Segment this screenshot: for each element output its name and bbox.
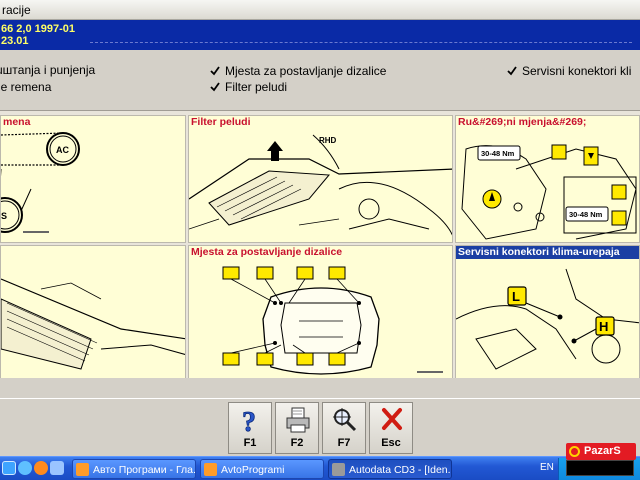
jacking-points-illustration: [222, 266, 443, 375]
print-button-label: F2: [290, 437, 304, 449]
windows-taskbar: Авто Програми - Гла... AvtoProgrami Auto…: [0, 456, 640, 480]
autodata-app-icon: [332, 463, 345, 476]
firefox-icon[interactable]: [34, 461, 48, 475]
diagram-panel-grid: mena AC S Filter peludi RHD Ru&#269;ni m…: [0, 110, 640, 379]
checkbox-checked-icon[interactable]: [210, 66, 220, 76]
show-desktop-icon[interactable]: [2, 461, 16, 475]
close-x-icon: [382, 408, 402, 430]
panel-ac-service-connectors[interactable]: Servisni konektori klima-urepaja L H: [455, 245, 640, 379]
firefox-icon: [204, 463, 217, 476]
ac-connectors-illustration: L H: [456, 268, 639, 370]
taskbar-item-label: Авто Програми - Гла...: [93, 464, 196, 476]
checkbox-checked-icon[interactable]: [210, 82, 220, 92]
gearbox-illustration: 30-48 Nm 30-48 Nm: [461, 144, 637, 240]
panel-belt-routing[interactable]: mena AC S: [0, 115, 186, 243]
panel-title: Servisni konektori klima-urepaja: [456, 246, 639, 259]
checklist-item-label: Filter peludi: [225, 80, 288, 94]
checkbox-checked-icon[interactable]: [507, 66, 517, 76]
print-button[interactable]: F2: [275, 402, 319, 454]
panel-title: Filter peludi: [191, 116, 251, 128]
language-indicator[interactable]: EN: [540, 462, 554, 473]
firefox-icon: [76, 463, 89, 476]
checklist-item[interactable]: je remena: [0, 80, 51, 94]
print-icon: [286, 407, 310, 433]
panel-title: [1, 246, 185, 259]
vehicle-info-line-1: 66 2,0 1997-01: [1, 23, 76, 35]
tray-clock-redacted: [566, 460, 634, 476]
taskbar-item-label: Autodata CD3 - [Iden...: [349, 464, 452, 476]
escape-button[interactable]: Esc: [369, 402, 413, 454]
panel-manual-gearbox[interactable]: Ru&#269;ni mjenja&#269; 30-48 Nm 30-48 N…: [455, 115, 640, 243]
watermark-logo-icon: [569, 446, 580, 457]
internet-explorer-icon[interactable]: [18, 461, 32, 475]
window-title-bar[interactable]: racije: [0, 0, 640, 20]
taskbar-item[interactable]: AvtoProgrami: [200, 459, 324, 479]
checklist-item[interactable]: Servisni konektori kli: [507, 64, 631, 78]
ac-high-pressure-marker: H: [599, 319, 608, 334]
belt-diagram-illustration: AC S: [1, 132, 80, 233]
panel-jacking-points[interactable]: Mjesta za postavljanje dizalice: [188, 245, 453, 379]
zoom-button-label: F7: [337, 437, 351, 449]
vehicle-info-divider: [90, 42, 632, 43]
escape-button-label: Esc: [381, 437, 401, 449]
autodata-window: racije 66 2,0 1997-01 23.01 uштanja i pu…: [0, 0, 640, 480]
torque-label: 30-48 Nm: [481, 149, 515, 158]
interior-illustration: [1, 278, 185, 370]
help-question-icon: ?: [242, 407, 257, 435]
panel-title: Mjesta za postavljanje dizalice: [191, 246, 343, 258]
magnifier-icon: [333, 408, 357, 432]
svg-text:AC: AC: [56, 145, 69, 155]
zoom-button[interactable]: F7: [322, 402, 366, 454]
checklist-item-label: Servisni konektori kli: [522, 64, 632, 78]
taskbar-item[interactable]: Autodata CD3 - [Iden...: [328, 459, 452, 479]
watermark-text: PazarS: [584, 445, 621, 457]
taskbar-item-label: AvtoProgrami: [221, 464, 285, 476]
ac-low-pressure-marker: L: [512, 289, 520, 304]
pollen-filter-illustration: RHD: [189, 134, 452, 236]
window-title: racije: [2, 3, 31, 17]
function-toolbar: ? F1 F2 F7 Esc: [0, 378, 640, 454]
toolbar-separator: [0, 398, 640, 399]
checklist-item-label: uштanja i punjenja: [0, 63, 96, 77]
svg-text:?: ?: [242, 407, 256, 435]
section-checklist: uштanja i punjenja je remena Mjesta za p…: [0, 50, 640, 110]
checklist-item[interactable]: Filter peludi: [210, 80, 287, 94]
checklist-item-label: je remena: [0, 80, 52, 94]
svg-text:S: S: [1, 211, 7, 221]
help-button[interactable]: ? F1: [228, 402, 272, 454]
checklist-item-label: Mjesta za postavljanje dizalice: [225, 64, 387, 78]
help-button-label: F1: [243, 437, 257, 449]
panel-interior-view[interactable]: [0, 245, 186, 379]
checklist-item[interactable]: uштanja i punjenja: [0, 63, 95, 77]
vehicle-info-line-2: 23.01: [1, 35, 29, 47]
panel-title: mena: [3, 116, 31, 128]
quick-launch-icon[interactable]: [50, 461, 64, 475]
torque-label: 30-48 Nm: [569, 210, 603, 219]
panel-pollen-filter[interactable]: Filter peludi RHD: [188, 115, 453, 243]
panel-title: Ru&#269;ni mjenja&#269;: [458, 116, 587, 128]
vehicle-info-bar: 66 2,0 1997-01 23.01: [0, 20, 640, 50]
watermark-badge: PazarS: [566, 443, 636, 460]
taskbar-item[interactable]: Авто Програми - Гла...: [72, 459, 196, 479]
checklist-item[interactable]: Mjesta za postavljanje dizalice: [210, 64, 386, 78]
